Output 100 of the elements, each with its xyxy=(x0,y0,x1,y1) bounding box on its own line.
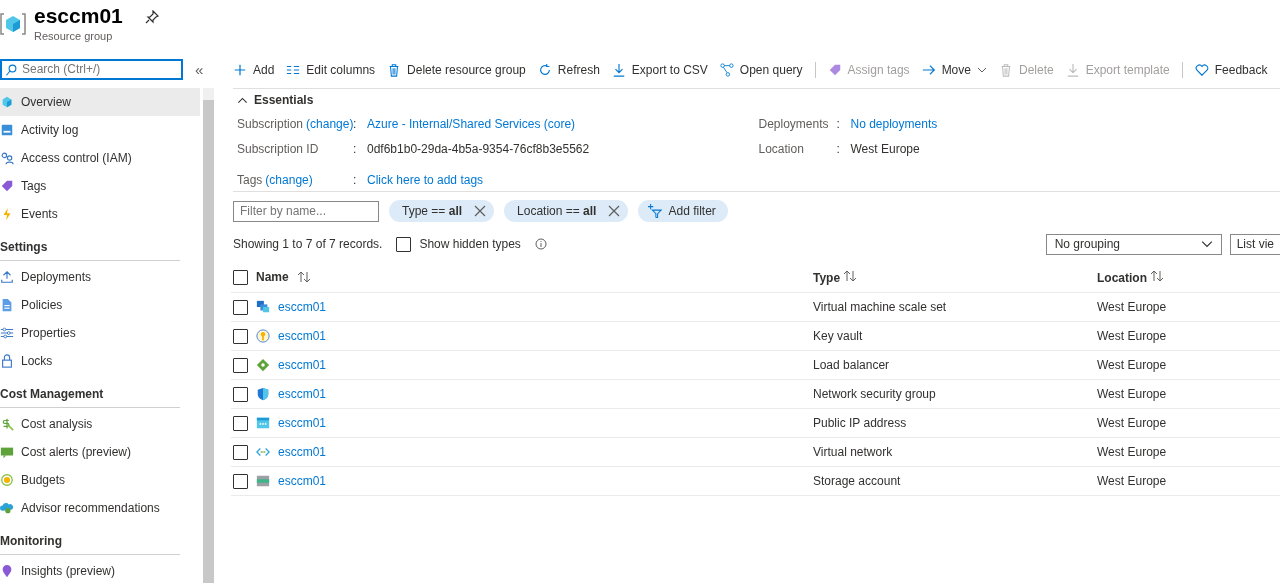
table-cell: West Europe xyxy=(1097,292,1280,322)
resource-link[interactable]: esccm01 xyxy=(278,416,327,430)
toolbar-button[interactable]: Add xyxy=(233,63,275,77)
row-checkbox[interactable] xyxy=(233,386,248,402)
filter-pill[interactable]: Location == all xyxy=(504,200,629,222)
toolbar-button[interactable]: Open query xyxy=(719,63,803,77)
coin-icon xyxy=(0,473,14,487)
column-header[interactable]: Name xyxy=(256,270,289,284)
field-value: 0df6b1b0-29da-4b5a-9354-76cf8b3e5562 xyxy=(367,142,590,156)
nav-item[interactable]: Insights (preview) xyxy=(0,557,200,583)
toolbar-button[interactable]: Move xyxy=(921,63,987,77)
table-cell: Storage account xyxy=(813,466,1097,496)
pin-icon[interactable] xyxy=(144,10,159,24)
column-header[interactable]: Location xyxy=(1097,270,1147,285)
row-checkbox[interactable] xyxy=(233,444,248,460)
ip-address-icon xyxy=(256,416,270,430)
close-icon[interactable] xyxy=(608,205,621,217)
plus-icon xyxy=(233,63,247,77)
change-link[interactable]: (change) xyxy=(265,173,313,187)
download-icon xyxy=(1065,63,1080,77)
search-icon xyxy=(5,63,17,76)
table-cell: Virtual machine scale set xyxy=(813,292,1097,322)
cloud-icon xyxy=(0,501,14,515)
nav-item[interactable]: Budgets xyxy=(0,466,200,494)
section-heading: Monitoring xyxy=(0,528,180,555)
upload-icon xyxy=(0,270,14,284)
shield-icon xyxy=(256,387,270,401)
table-cell: West Europe xyxy=(1097,350,1280,380)
colon-separator: : xyxy=(353,173,358,187)
field-value[interactable]: Click here to add tags xyxy=(367,173,484,187)
field-label: Location xyxy=(758,142,804,156)
nav-item[interactable]: Cost analysis xyxy=(0,410,200,438)
nodes-icon xyxy=(719,63,734,77)
diamond-icon xyxy=(256,358,270,372)
toolbar-button[interactable]: Feedback xyxy=(1194,63,1268,77)
nav-item[interactable]: Cost alerts (preview) xyxy=(0,438,200,466)
filter-pill[interactable]: Type == all xyxy=(389,200,495,222)
filter-field[interactable]: Filter by name... xyxy=(233,200,379,222)
checkbox-label: Show hidden types xyxy=(419,237,521,251)
field-label: Subscription ID xyxy=(237,142,319,156)
grouping-dropdown[interactable]: No grouping xyxy=(1045,233,1222,255)
row-checkbox[interactable] xyxy=(233,415,248,431)
dollar-icon xyxy=(0,417,14,431)
table-cell: West Europe xyxy=(1097,408,1280,438)
resource-link[interactable]: esccm01 xyxy=(278,387,327,401)
columns-icon xyxy=(286,63,301,77)
table-cell: Network security group xyxy=(813,379,1097,409)
field-value[interactable]: Azure - Internal/Shared Services (core) xyxy=(367,117,576,131)
toolbar-button[interactable]: Edit columns xyxy=(286,63,376,77)
sort-icon xyxy=(843,269,858,282)
row-checkbox[interactable] xyxy=(233,473,248,489)
tag-icon xyxy=(0,179,14,193)
table-cell: Load balancer xyxy=(813,350,1097,380)
essentials-toggle[interactable]: Essentials xyxy=(237,93,314,107)
resource-link[interactable]: esccm01 xyxy=(278,358,327,372)
close-icon[interactable] xyxy=(474,205,487,217)
checkbox[interactable] xyxy=(396,236,412,252)
collapse-button[interactable]: « xyxy=(195,60,204,78)
resource-link[interactable]: esccm01 xyxy=(278,474,327,488)
toolbar-button[interactable]: Export to CSV xyxy=(611,63,708,77)
row-checkbox[interactable] xyxy=(233,357,248,373)
download-icon xyxy=(611,63,626,77)
section-heading: Cost Management xyxy=(0,381,180,408)
section-heading: Settings xyxy=(0,234,180,261)
nav-item[interactable]: Locks xyxy=(0,347,200,375)
cube-icon xyxy=(0,95,14,109)
record-count: Showing 1 to 7 of 7 records. xyxy=(233,237,383,251)
nav-item[interactable]: Access control (IAM) xyxy=(0,144,200,172)
sort-icon xyxy=(1150,269,1165,282)
caret-icon xyxy=(1200,238,1213,250)
nav-item[interactable]: Properties xyxy=(0,319,200,347)
add-filter-button[interactable]: Add filter xyxy=(638,200,728,222)
nav-item[interactable]: Events xyxy=(0,200,200,228)
row-checkbox[interactable] xyxy=(233,299,248,315)
row-checkbox[interactable] xyxy=(233,328,248,344)
column-header[interactable]: Type xyxy=(813,270,841,285)
nav-item[interactable]: Overview xyxy=(0,88,200,116)
resource-link[interactable]: esccm01 xyxy=(278,329,327,343)
table-cell: Virtual network xyxy=(813,437,1097,467)
nav-item[interactable]: Tags xyxy=(0,172,200,200)
stacked-squares-icon xyxy=(256,300,270,314)
resource-link[interactable]: esccm01 xyxy=(278,445,327,459)
toolbar-button[interactable]: Delete resource group xyxy=(387,63,526,77)
table-cell: West Europe xyxy=(1097,437,1280,467)
search-field[interactable]: Search (Ctrl+/) xyxy=(0,58,183,80)
view-dropdown[interactable]: List vie xyxy=(1229,233,1280,255)
lock-icon xyxy=(0,354,14,368)
nav-item[interactable]: Activity log xyxy=(0,116,200,144)
key-icon xyxy=(256,329,270,343)
toolbar-button[interactable]: Refresh xyxy=(537,63,600,77)
resource-group-icon xyxy=(0,11,26,37)
code-brackets-icon xyxy=(256,445,270,459)
nav-item[interactable]: Policies xyxy=(0,291,200,319)
select-all-checkbox[interactable] xyxy=(233,269,248,285)
scrollbar[interactable] xyxy=(203,88,214,583)
resource-link[interactable]: esccm01 xyxy=(278,300,327,314)
nav-item[interactable]: Advisor recommendations xyxy=(0,494,200,522)
info-icon[interactable] xyxy=(534,238,547,250)
nav-item[interactable]: Deployments xyxy=(0,263,200,291)
field-value[interactable]: No deployments xyxy=(850,117,938,131)
